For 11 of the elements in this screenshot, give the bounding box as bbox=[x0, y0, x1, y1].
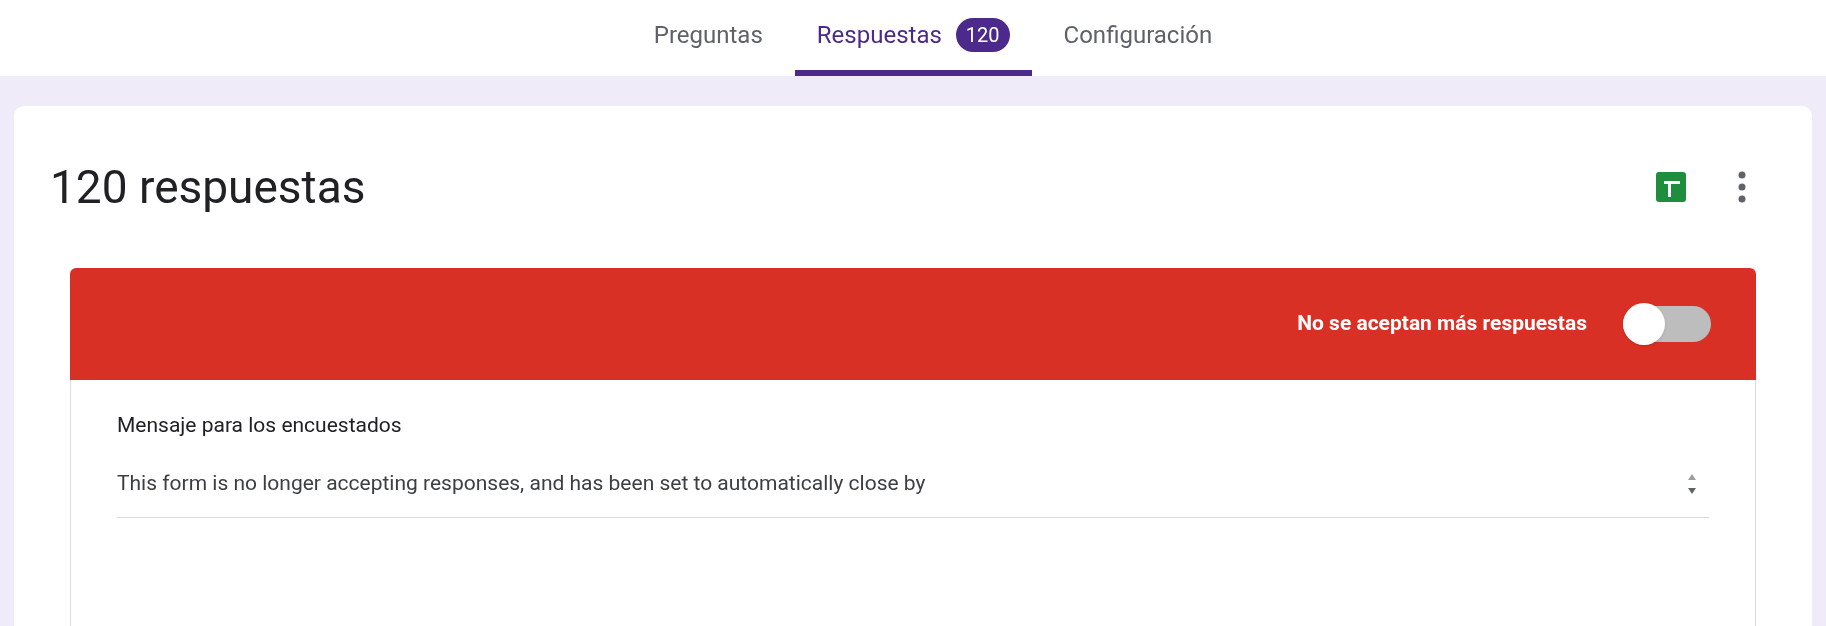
banner-label: No se aceptan más respuestas bbox=[1297, 310, 1587, 338]
tab[interactable]: Configuración bbox=[1041, 0, 1235, 76]
spreadsheet-icon[interactable] bbox=[1656, 172, 1686, 202]
more-options-icon[interactable] bbox=[1738, 170, 1746, 204]
message-field[interactable]: This form is no longer accepting responses, and has been set to automatically close by bbox=[117, 467, 1709, 518]
message-label: Mensaje para los encuestados bbox=[117, 412, 403, 439]
responses-title: 120 respuestas bbox=[50, 158, 367, 216]
tab[interactable]: Respuestas 120 bbox=[794, 0, 1032, 76]
count-badge: 120 bbox=[955, 18, 1010, 52]
accepting-toggle[interactable] bbox=[1623, 306, 1711, 342]
tab[interactable]: Preguntas bbox=[631, 0, 785, 76]
